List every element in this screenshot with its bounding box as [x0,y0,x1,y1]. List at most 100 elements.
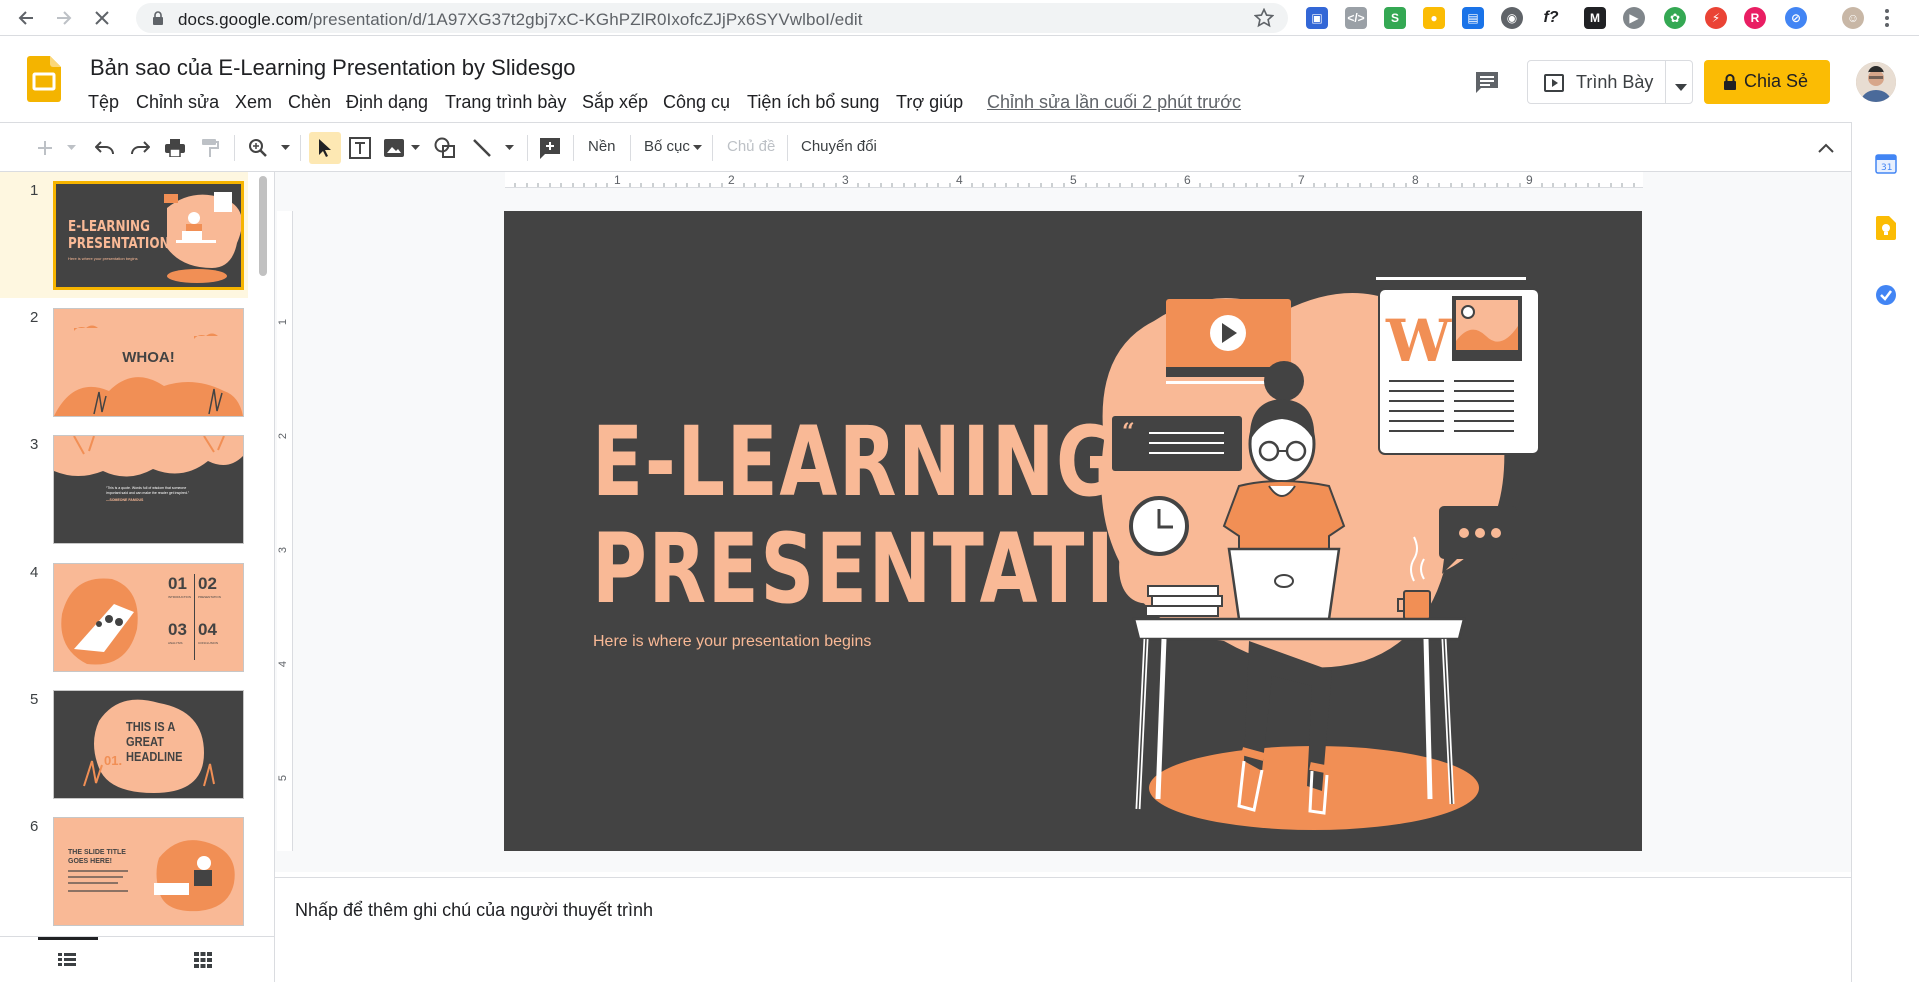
thumb-decoration [54,325,243,416]
layout-button[interactable]: Bố cục [644,138,690,155]
present-dropdown-icon[interactable] [1675,79,1687,97]
browser-menu-icon[interactable] [1884,8,1890,33]
address-bar[interactable]: docs.google.com/presentation/d/1A97XG37t… [136,3,1288,33]
comment-icon[interactable] [1474,70,1500,99]
select-cursor-icon[interactable] [309,132,341,164]
thumb-item-label: ANALYSIS [168,641,183,645]
add-comment-icon[interactable] [537,135,563,161]
back-arrow-icon[interactable] [14,6,38,30]
menu-insert[interactable]: Chèn [288,92,331,113]
menu-view[interactable]: Xem [235,92,272,113]
stop-loading-icon[interactable] [90,6,114,30]
slide-title-line-1[interactable]: E-LEARNING [592,406,1119,518]
menu-edit[interactable]: Chỉnh sửa [136,92,219,113]
lock-icon [152,11,164,31]
background-button[interactable]: Nền [588,138,616,155]
slide-thumbnail-1[interactable]: E-LEARNING PRESENTATION Here is where yo… [53,181,244,290]
active-view-indicator [38,937,98,940]
share-button[interactable]: Chia Sẻ [1704,60,1830,104]
user-avatar[interactable] [1856,62,1896,102]
slide-thumbnail-2[interactable]: WHOA! [53,308,244,417]
menu-file[interactable]: Tệp [88,92,119,113]
slide-thumbnail-4[interactable]: 01 02 03 04 INTRODUCTION PRESENTATION AN… [53,563,244,672]
present-label: Trình Bày [1576,72,1654,92]
thumb-item-number: 02 [198,574,217,593]
grid-view-icon[interactable] [194,952,212,973]
document-title[interactable]: Bản sao của E-Learning Presentation by S… [90,55,576,81]
thumb-title: E-LEARNING PRESENTATION [68,217,170,252]
ruler-label: 5 [1070,173,1077,187]
ruler-label: 7 [1298,173,1305,187]
line-icon[interactable] [470,135,494,161]
toolbar-separator [573,135,574,161]
notes-resize-handle[interactable] [1051,872,1075,885]
menu-slide[interactable]: Trang trình bày [445,92,566,113]
ruler-label: 1 [277,318,290,326]
paint-format-icon[interactable] [198,135,222,161]
extension-icon[interactable]: </> [1345,7,1367,29]
extension-icon[interactable]: S [1384,7,1406,29]
menu-arrange[interactable]: Sắp xếp [582,92,648,113]
last-edit-link[interactable]: Chỉnh sửa lần cuối 2 phút trước [987,92,1241,113]
extension-icon[interactable]: R [1744,7,1766,29]
bookmark-star-icon[interactable] [1253,7,1275,33]
transition-button[interactable]: Chuyển đổi [801,138,877,155]
e-learning-illustration[interactable]: “ W [1064,241,1624,841]
extension-icon[interactable]: ▶ [1623,7,1645,29]
toolbar-separator [234,135,235,161]
present-play-icon [1544,74,1564,97]
extension-icon[interactable]: ● [1423,7,1445,29]
image-dropdown-icon[interactable] [410,135,420,161]
present-divider [1665,61,1666,103]
extension-icon[interactable]: ⚡ [1705,7,1727,29]
menu-tools[interactable]: Công cụ [663,92,730,113]
menu-addons[interactable]: Tiện ích bổ sung [747,92,879,113]
extension-icon[interactable]: ◉ [1501,7,1523,29]
slides-logo-icon[interactable] [27,56,61,107]
profile-avatar[interactable]: ☺ [1842,7,1864,29]
forward-arrow-icon[interactable] [52,6,76,30]
present-button[interactable]: Trình Bày [1527,60,1693,104]
extension-icon[interactable]: ✿ [1664,7,1686,29]
print-icon[interactable] [163,135,187,161]
menu-help[interactable]: Trợ giúp [896,92,963,113]
redo-icon[interactable] [128,135,152,161]
theme-button[interactable]: Chủ đề [727,138,775,155]
text-box-icon[interactable] [347,135,373,161]
slide-thumbnail-3[interactable]: “This is a quote. Words full of wisdom t… [53,435,244,544]
ruler-label: 2 [277,432,290,440]
menu-format[interactable]: Định dạng [346,92,428,113]
shape-icon[interactable] [432,135,458,161]
new-slide-dropdown-icon[interactable] [66,135,76,161]
tasks-icon[interactable] [1875,284,1897,311]
filmstrip-view-icon[interactable] [58,953,76,972]
side-panel: 31 [1851,122,1919,982]
extension-icon[interactable]: M [1584,7,1606,29]
line-dropdown-icon[interactable] [504,135,514,161]
keep-icon[interactable] [1876,216,1896,245]
ruler-label: 8 [1412,173,1419,187]
toolbar-separator [527,135,528,161]
speaker-notes-placeholder[interactable]: Nhấp để thêm ghi chú của người thuyết tr… [295,900,653,921]
collapse-toolbar-icon[interactable] [1816,135,1836,161]
image-icon[interactable] [382,135,406,161]
zoom-icon[interactable] [245,135,271,161]
calendar-icon[interactable]: 31 [1875,152,1897,179]
share-label: Chia Sẻ [1744,71,1809,91]
ruler-label: 1 [614,173,621,187]
filmstrip-scrollbar[interactable] [259,176,267,276]
extension-icon[interactable]: ▣ [1306,7,1328,29]
undo-icon[interactable] [93,135,117,161]
extension-icon[interactable]: f? [1540,7,1562,29]
extension-icon[interactable]: ▤ [1462,7,1484,29]
slide-thumbnail-5[interactable]: THIS IS A GREAT HEADLINE 01. [53,690,244,799]
ruler-label: 9 [1526,173,1533,187]
zoom-dropdown-icon[interactable] [280,135,290,161]
slide-subtitle[interactable]: Here is where your presentation begins [593,633,871,651]
current-slide[interactable]: E-LEARNING PRESENTATION Here is where yo… [504,211,1642,851]
new-slide-icon[interactable] [34,135,56,161]
slide-thumbnail-6[interactable]: THE SLIDE TITLE GOES HERE! [53,817,244,926]
extension-icon[interactable]: ⊘ [1785,7,1807,29]
layout-dropdown-icon[interactable] [692,135,702,161]
speaker-notes[interactable]: Nhấp để thêm ghi chú của người thuyết tr… [275,877,1851,982]
